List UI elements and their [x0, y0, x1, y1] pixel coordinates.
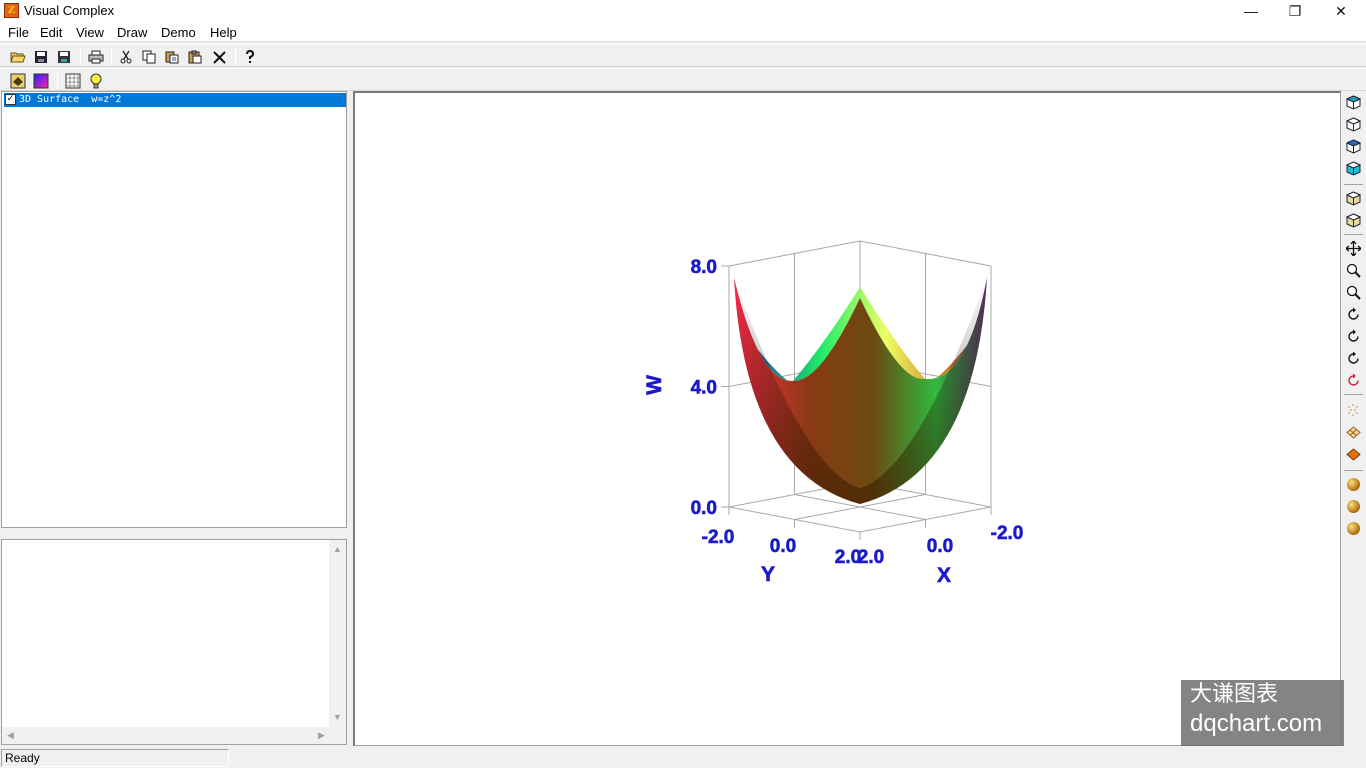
view-side-icon[interactable]: [1345, 116, 1362, 133]
info-panel: ▲ ▼ ◀ ▶: [1, 539, 347, 745]
rotate-icon[interactable]: [1345, 306, 1362, 323]
toolbar-separator: [111, 48, 112, 65]
surface-mesh: [734, 278, 987, 504]
y-axis-title: Y: [761, 563, 775, 586]
menu-demo[interactable]: Demo: [161, 25, 196, 40]
color-map-icon[interactable]: [32, 72, 50, 90]
paste-special-icon[interactable]: [163, 48, 181, 66]
w-axis-title: W: [643, 375, 666, 395]
sphere-icon[interactable]: [1345, 476, 1362, 493]
print-icon[interactable]: [87, 48, 105, 66]
toolbar-separator: [80, 48, 81, 65]
toolbar-separator: [1344, 470, 1363, 471]
toolbar-separator: [1344, 184, 1363, 185]
vertical-scrollbar[interactable]: ▲ ▼: [329, 540, 346, 728]
w-tick-label: 0.0: [691, 498, 717, 519]
menu-draw[interactable]: Draw: [117, 25, 147, 40]
surface-icon[interactable]: [1345, 446, 1362, 463]
zoom-in-icon[interactable]: [1345, 262, 1362, 279]
pan-icon[interactable]: [1345, 240, 1362, 257]
rotate-y-icon[interactable]: [1345, 350, 1362, 367]
base-icon[interactable]: [1345, 212, 1362, 229]
object-tree: ✓ 3D Surface w=z^2: [1, 91, 347, 528]
status-bar: Ready: [0, 747, 1366, 768]
menu-bar: File Edit View Draw Demo Help: [0, 22, 1366, 42]
light-bulb-icon[interactable]: [87, 72, 105, 90]
save-all-icon[interactable]: [55, 48, 73, 66]
menu-edit[interactable]: Edit: [40, 25, 62, 40]
save-icon[interactable]: [32, 48, 50, 66]
x-axis-title: X: [937, 564, 951, 587]
mesh-icon[interactable]: [1345, 424, 1362, 441]
x-tick-label: 2.0: [858, 547, 884, 568]
plot-canvas[interactable]: 0.0 4.0 8.0 -2.0 0.0 2.0 2.0 0.0 -2.0 Y X W: [353, 91, 1341, 746]
zoom-out-icon[interactable]: [1345, 284, 1362, 301]
x-tick-label: 0.0: [927, 536, 953, 557]
draw-toolbar: [0, 68, 1366, 91]
view-top-icon[interactable]: [1345, 138, 1362, 155]
watermark-line1: 大谦图表: [1190, 682, 1279, 707]
toolbar-separator: [235, 48, 236, 65]
open-icon[interactable]: [9, 48, 27, 66]
y-tick-label: -2.0: [702, 527, 735, 548]
sphere-icon[interactable]: [1345, 520, 1362, 537]
points-icon[interactable]: [1345, 402, 1362, 419]
main-toolbar: [0, 44, 1366, 67]
menu-file[interactable]: File: [8, 25, 29, 40]
scroll-corner: [329, 727, 346, 744]
grid-icon[interactable]: [64, 72, 82, 90]
app-icon: Z: [4, 3, 19, 18]
surface-style-icon[interactable]: [9, 72, 27, 90]
title-bar: Z Visual Complex — ❐ ✕: [0, 0, 1366, 22]
rotate-x-icon[interactable]: [1345, 328, 1362, 345]
tree-item-label: 3D Surface w=z^2: [19, 94, 122, 105]
tree-item-checkbox[interactable]: ✓: [5, 94, 16, 105]
scroll-right-icon[interactable]: ▶: [313, 730, 330, 741]
menu-help[interactable]: Help: [210, 25, 237, 40]
sphere-icon[interactable]: [1345, 498, 1362, 515]
rotate-z-icon[interactable]: [1345, 372, 1362, 389]
toolbar-separator: [1344, 234, 1363, 235]
minimize-button[interactable]: —: [1228, 0, 1274, 22]
menu-view[interactable]: View: [76, 25, 104, 40]
toolbar-separator: [57, 72, 58, 89]
help-icon[interactable]: [241, 48, 259, 66]
view-toolbar: [1341, 91, 1366, 746]
cut-icon[interactable]: [117, 48, 135, 66]
y-tick-label: 0.0: [770, 536, 796, 557]
watermark-line2: dqchart.com: [1190, 710, 1323, 737]
scroll-down-icon[interactable]: ▼: [329, 712, 346, 722]
delete-icon[interactable]: [210, 48, 228, 66]
toolbar-separator: [1344, 394, 1363, 395]
surface-plot[interactable]: 0.04.08.0-2.0 0.02.02.00.0-2.0Y XW: [355, 93, 1339, 744]
watermark: 大谦图表 dqchart.com: [1181, 680, 1344, 746]
w-tick-label: 4.0: [691, 378, 717, 399]
horizontal-scrollbar[interactable]: ◀ ▶: [2, 727, 330, 744]
tree-item-3d-surface[interactable]: ✓ 3D Surface w=z^2: [4, 93, 346, 107]
x-tick-label: -2.0: [991, 523, 1024, 544]
status-text: Ready: [1, 749, 229, 767]
maximize-button[interactable]: ❐: [1272, 0, 1318, 22]
view-iso-icon[interactable]: [1345, 160, 1362, 177]
scroll-left-icon[interactable]: ◀: [2, 730, 19, 741]
paste-icon[interactable]: [186, 48, 204, 66]
copy-icon[interactable]: [140, 48, 158, 66]
window-title: Visual Complex: [24, 3, 115, 18]
close-button[interactable]: ✕: [1318, 0, 1364, 22]
scroll-up-icon[interactable]: ▲: [329, 544, 346, 554]
w-tick-label: 8.0: [691, 257, 717, 278]
view-front-icon[interactable]: [1345, 94, 1362, 111]
box-icon[interactable]: [1345, 190, 1362, 207]
